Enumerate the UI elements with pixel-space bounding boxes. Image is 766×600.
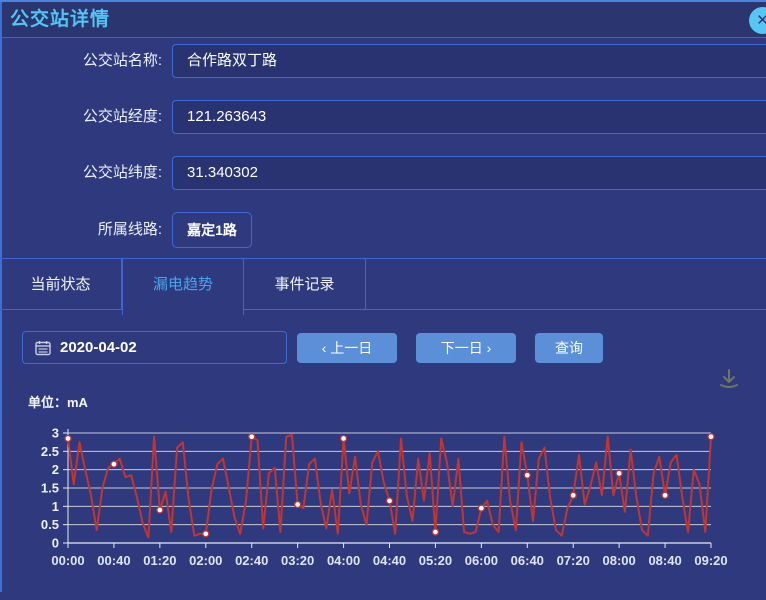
previous-day-button[interactable]: ‹ 上一日 [297,333,397,363]
svg-text:2: 2 [52,462,59,477]
svg-text:00:40: 00:40 [97,553,130,568]
svg-text:07:20: 07:20 [557,553,590,568]
line-label: 所属线路: [0,213,162,247]
station-name-input[interactable]: 合作路双丁路 [172,44,766,78]
page-title: 公交站详情 [10,2,110,38]
svg-text:04:40: 04:40 [373,553,406,568]
svg-text:1: 1 [52,499,59,514]
tab-current-status[interactable]: 当前状态 [0,259,122,310]
tab-leakage-trend[interactable]: 漏电趋势 [122,259,244,315]
chart-unit-label: 单位：mA [28,392,88,411]
svg-text:0.5: 0.5 [41,517,59,532]
date-value: 2020-04-02 [60,339,137,356]
query-button[interactable]: 查询 [535,333,603,363]
date-picker-input[interactable]: 2020-04-02 [22,331,287,364]
leakage-trend-chart: 0 0.5 1 1.5 2 2.5 3 00:00 00:40 01:20 02:00 02:40 03… [20,416,746,578]
svg-text:04:00: 04:00 [327,553,360,568]
svg-text:06:40: 06:40 [511,553,544,568]
station-latitude-label: 公交站纬度: [0,156,162,190]
station-latitude-input[interactable]: 31.340302 [172,156,766,190]
title-bar: 公交站详情 [2,2,766,38]
svg-text:2.5: 2.5 [41,444,59,459]
svg-text:05:20: 05:20 [419,553,452,568]
line-tag-button[interactable]: 嘉定1路 [172,212,252,248]
svg-text:03:20: 03:20 [281,553,314,568]
svg-text:0: 0 [52,536,59,551]
svg-text:00:00: 00:00 [51,553,84,568]
svg-text:1.5: 1.5 [41,481,59,496]
download-icon[interactable] [716,366,742,392]
station-name-label: 公交站名称: [0,44,162,78]
tab-event-records[interactable]: 事件记录 [244,259,366,310]
svg-text:02:00: 02:00 [189,553,222,568]
tab-bar: 当前状态 漏电趋势 事件记录 [0,258,766,314]
trend-line-chart-svg: 0 0.5 1 1.5 2 2.5 3 00:00 00:40 01:20 02:00 02:40 03… [20,416,746,578]
tab-bar-filler [366,259,766,310]
svg-text:08:40: 08:40 [648,553,681,568]
svg-text:09:20: 09:20 [694,553,727,568]
svg-text:08:00: 08:00 [603,553,636,568]
bus-station-detail-panel: 公交站详情 ✕ 公交站名称: 合作路双丁路 公交站经度: 121.263643 … [0,0,766,600]
station-longitude-label: 公交站经度: [0,100,162,134]
station-longitude-input[interactable]: 121.263643 [172,100,766,134]
svg-text:02:40: 02:40 [235,553,268,568]
svg-text:01:20: 01:20 [143,553,176,568]
next-day-button[interactable]: 下一日 › [416,333,516,363]
svg-text:06:00: 06:00 [465,553,498,568]
svg-text:3: 3 [52,426,59,441]
calendar-icon [35,340,51,356]
